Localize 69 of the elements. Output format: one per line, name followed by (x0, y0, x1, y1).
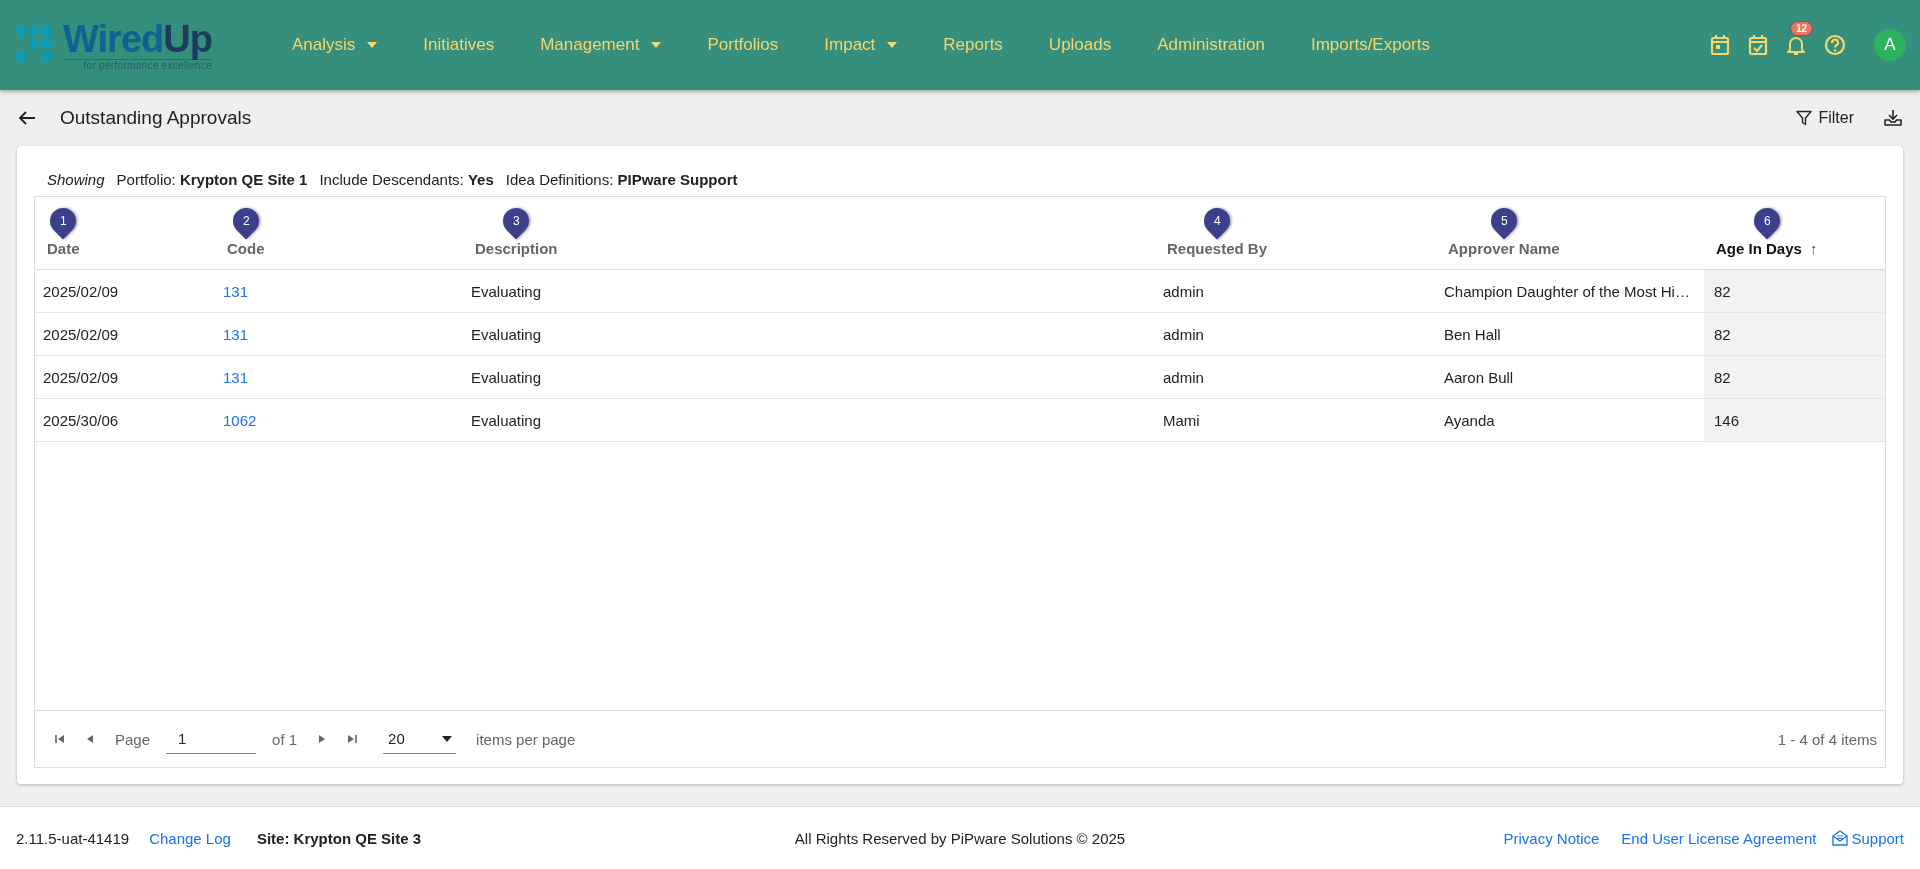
nav-menu-item[interactable]: Analysis (281, 27, 389, 63)
table-cell: 2025/30/06 (35, 398, 215, 442)
nav-menu-item[interactable]: Reports (932, 27, 1014, 63)
nav-menu-item[interactable]: Administration (1146, 27, 1276, 63)
calendar-icon[interactable] (1710, 34, 1730, 56)
column-header[interactable]: 2 Code (215, 197, 463, 270)
filter-summary: Portfolio: Krypton QE Site 1 (116, 170, 308, 188)
filter-icon (1796, 110, 1813, 126)
code-link[interactable]: 1062 (223, 411, 257, 429)
page-label: Page (115, 730, 151, 748)
page-count: of 1 (272, 730, 298, 748)
table-cell: Evaluating (463, 269, 1155, 313)
help-icon[interactable] (1824, 34, 1846, 56)
site-text: Site: Krypton QE Site 3 (256, 829, 422, 847)
page-title: Outstanding Approvals (60, 107, 252, 129)
logo-word: Up (163, 18, 212, 60)
table-cell: admin (1155, 269, 1436, 313)
table-cell: Evaluating (463, 355, 1155, 399)
change-log-link[interactable]: Change Log (149, 829, 231, 847)
code-link[interactable]: 131 (223, 282, 249, 300)
version-text: 2.11.5-uat-41419 (16, 829, 130, 847)
license-link[interactable]: End User License Agreement (1621, 829, 1817, 847)
download-icon[interactable] (1884, 109, 1902, 127)
table-cell: 146 (1704, 398, 1885, 442)
nav-menu-item[interactable]: Management (529, 27, 673, 63)
privacy-link[interactable]: Privacy Notice (1503, 829, 1600, 847)
nav-menu-item[interactable]: Impact (813, 27, 909, 63)
calendar-check-icon[interactable] (1748, 34, 1768, 56)
filter-button[interactable]: Filter (1796, 109, 1854, 127)
first-page-icon[interactable] (55, 734, 65, 744)
per-page-label: items per page (476, 730, 576, 748)
filter-summary: Include Descendants: Yes (319, 170, 494, 188)
table-cell: 2025/02/09 (35, 269, 215, 313)
user-avatar[interactable]: A (1874, 29, 1906, 61)
table-cell: 82 (1704, 269, 1885, 313)
code-link[interactable]: 131 (223, 368, 249, 386)
showing-label: Showing (47, 170, 105, 188)
table-cell: admin (1155, 355, 1436, 399)
column-header[interactable]: 6 Age In Days ↑ (1704, 197, 1885, 270)
last-page-icon[interactable] (347, 734, 358, 744)
table-cell: admin (1155, 312, 1436, 356)
nav-menu-item[interactable]: Initiatives (412, 27, 506, 63)
table-cell: 82 (1704, 312, 1885, 356)
envelope-icon (1832, 830, 1849, 846)
table-cell: Evaluating (463, 398, 1155, 442)
table-cell: Mami (1155, 398, 1436, 442)
nav-menu-item[interactable]: Imports/Exports (1299, 27, 1441, 63)
column-header[interactable]: 1 Date (35, 197, 215, 270)
table-cell: 2025/02/09 (35, 355, 215, 399)
code-link[interactable]: 131 (223, 325, 249, 343)
bell-icon[interactable] (1786, 34, 1806, 56)
table-cell: 82 (1704, 355, 1885, 399)
filter-summary: Idea Definitions: PIPware Support (505, 170, 738, 188)
column-header[interactable]: 3 Description (463, 197, 1155, 270)
nav-menu-item[interactable]: Uploads (1037, 27, 1123, 63)
support-link[interactable]: Support (1832, 829, 1904, 847)
notification-badge: 12 (1790, 21, 1814, 36)
column-header[interactable]: 5 Approver Name (1436, 197, 1704, 270)
table-cell: 2025/02/09 (35, 312, 215, 356)
sort-arrow-icon: ↑ (1809, 239, 1818, 257)
column-header[interactable]: 4 Requested By (1155, 197, 1436, 270)
copyright-text: All Rights Reserved by PiPware Solutions © 2025 (794, 829, 1126, 847)
table-cell: Evaluating (463, 312, 1155, 356)
previous-page-icon[interactable] (85, 734, 95, 744)
caret-icon (442, 735, 453, 742)
nav-menu-item[interactable]: Portfolios (696, 27, 790, 63)
back-arrow-icon[interactable] (18, 110, 36, 126)
page-size-dropdown[interactable]: 20 (383, 724, 457, 754)
item-count: 1 - 4 of 4 items (1777, 730, 1877, 748)
